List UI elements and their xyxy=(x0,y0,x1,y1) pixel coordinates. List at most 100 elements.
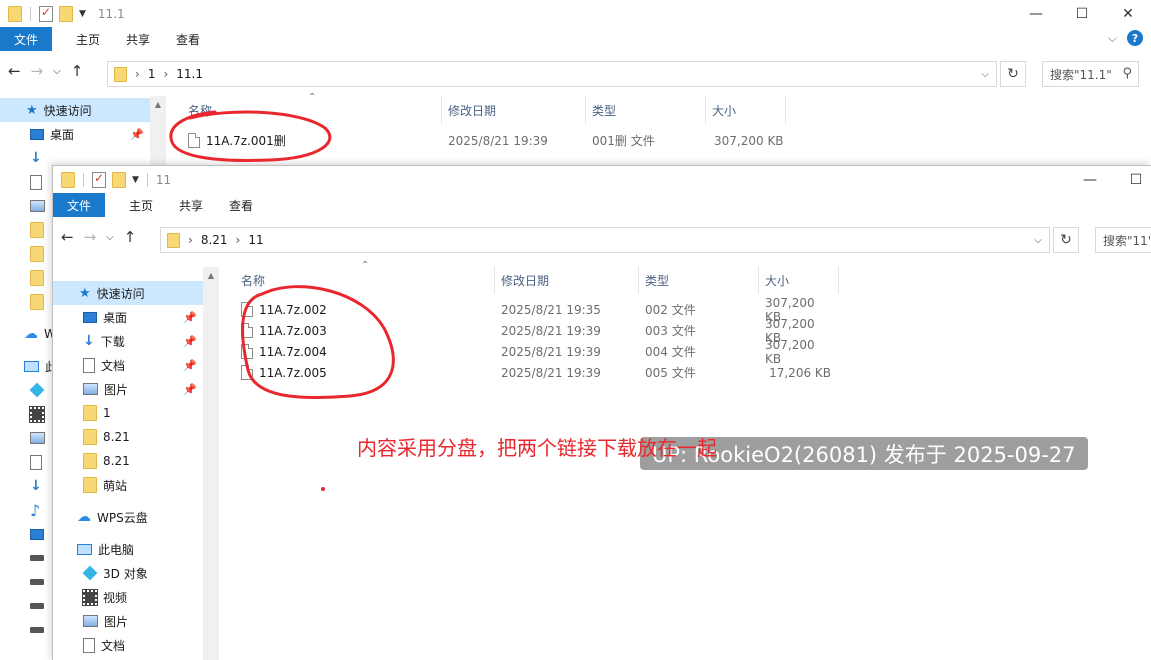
file-type: 005 文件 xyxy=(645,366,696,380)
tab-home[interactable]: 主页 xyxy=(105,193,166,217)
refresh-button[interactable]: ↻ xyxy=(1053,227,1079,253)
address-bar[interactable]: › 1 › 11.1 ⌵ xyxy=(107,61,997,87)
up-arrow-icon[interactable]: ↑ xyxy=(124,228,137,246)
sidebar-item-documents[interactable]: 文档 📌 xyxy=(53,353,203,377)
sidebar-item-pictures-pc[interactable]: 图片 xyxy=(53,609,203,633)
tab-share[interactable]: 共享 xyxy=(113,27,163,51)
folder-icon xyxy=(167,232,180,248)
up-arrow-icon[interactable]: ↑ xyxy=(71,62,84,80)
sidebar-item-label: 文档 xyxy=(101,638,126,653)
tab-share[interactable]: 共享 xyxy=(166,193,216,217)
file-icon xyxy=(241,365,253,380)
close-button[interactable]: ✕ xyxy=(1105,0,1151,27)
minimize-button[interactable]: — xyxy=(1067,166,1113,193)
sidebar-item-label: 8.21 xyxy=(103,430,130,444)
forward-arrow-icon[interactable]: → xyxy=(84,228,97,246)
breadcrumb-item[interactable]: 11.1 xyxy=(176,67,203,81)
column-type[interactable]: 类型 xyxy=(586,96,706,124)
breadcrumb-item[interactable]: 11 xyxy=(248,233,263,247)
recent-locations-icon[interactable]: ⌵ xyxy=(53,66,61,77)
sidebar-item-quick-access[interactable]: ★ 快速访问 xyxy=(0,98,150,122)
file-name: 11A.7z.003 xyxy=(259,323,327,338)
navigation-pane: ★ 快速访问 桌面 📌 ↓ 下载 📌 文档 📌 图片 📌 1 8.21 8.21… xyxy=(53,281,203,657)
properties-icon[interactable] xyxy=(92,171,106,188)
column-size[interactable]: 大小 xyxy=(759,266,839,294)
film-icon xyxy=(82,588,98,606)
computer-icon xyxy=(77,543,92,555)
forward-arrow-icon[interactable]: → xyxy=(31,62,44,80)
sidebar-item-folder[interactable]: 1 xyxy=(53,401,203,425)
search-box[interactable]: 搜索"11" xyxy=(1095,227,1151,253)
column-name[interactable]: 名称 xyxy=(235,266,495,294)
file-name-cell: 11A.7z.005 xyxy=(235,362,495,383)
ribbon-expand-icon[interactable]: ⌵ xyxy=(1108,31,1117,46)
folder-icon[interactable] xyxy=(8,5,22,22)
search-box[interactable]: 搜索"11.1" ⚲ xyxy=(1042,61,1139,87)
sidebar-item-video[interactable]: 视频 xyxy=(53,585,203,609)
sidebar-item-documents-pc[interactable]: 文档 xyxy=(53,633,203,657)
maximize-button[interactable]: ☐ xyxy=(1059,0,1105,27)
folder-icon[interactable] xyxy=(61,171,75,188)
recent-locations-icon[interactable]: ⌵ xyxy=(106,232,114,243)
folder-icon xyxy=(83,429,97,445)
column-header-row: 名称 修改日期 类型 大小 xyxy=(235,266,839,294)
file-row[interactable]: 11A.7z.005 2025/8/21 19:39 005 文件 17,206… xyxy=(235,362,839,383)
cube-icon xyxy=(82,565,98,581)
address-bar[interactable]: › 8.21 › 11 ⌵ xyxy=(160,227,1050,253)
new-folder-icon[interactable] xyxy=(59,5,73,22)
sidebar-item-quick-access[interactable]: ★ 快速访问 xyxy=(53,281,203,305)
file-row[interactable]: 11A.7z.003 2025/8/21 19:39 003 文件 307,20… xyxy=(235,317,839,345)
file-row[interactable]: 11A.7z.004 2025/8/21 19:39 004 文件 307,20… xyxy=(235,337,839,366)
sidebar-item-folder[interactable]: 萌站 xyxy=(53,473,203,497)
scroll-up-icon[interactable]: ▲ xyxy=(150,96,166,112)
address-dropdown-icon[interactable]: ⌵ xyxy=(974,62,996,86)
separator xyxy=(30,6,31,21)
column-name[interactable]: 名称 xyxy=(182,96,442,124)
sidebar-item-desktop[interactable]: 桌面 📌 xyxy=(0,122,150,146)
sidebar-item-this-pc[interactable]: 此电脑 xyxy=(53,537,203,561)
column-size[interactable]: 大小 xyxy=(706,96,786,124)
tab-file[interactable]: 文件 xyxy=(0,27,53,51)
tab-file[interactable]: 文件 xyxy=(53,193,106,217)
sidebar-scrollbar[interactable]: ▲ xyxy=(203,267,219,660)
column-type[interactable]: 类型 xyxy=(639,266,759,294)
computer-icon xyxy=(24,360,39,372)
address-dropdown-icon[interactable]: ⌵ xyxy=(1027,228,1049,252)
document-icon xyxy=(83,637,95,653)
new-folder-icon[interactable] xyxy=(112,171,126,188)
tab-view[interactable]: 查看 xyxy=(216,193,266,217)
file-row[interactable]: 11A.7z.002 2025/8/21 19:35 002 文件 307,20… xyxy=(235,296,839,324)
sidebar-item-3d[interactable]: 3D 对象 xyxy=(53,561,203,585)
back-arrow-icon[interactable]: ← xyxy=(61,228,74,246)
refresh-button[interactable]: ↻ xyxy=(1000,61,1026,87)
help-icon[interactable]: ? xyxy=(1127,30,1143,46)
file-row[interactable]: 11A.7z.001删 2025/8/21 19:39 001删 文件 307,… xyxy=(182,130,786,151)
file-size: 307,200 KB xyxy=(765,337,815,366)
properties-icon[interactable] xyxy=(39,5,53,22)
sidebar-item-wps[interactable]: ☁ WPS云盘 xyxy=(53,505,203,529)
folder-icon xyxy=(30,294,44,310)
column-date[interactable]: 修改日期 xyxy=(442,96,586,124)
file-name-cell: 11A.7z.004 xyxy=(235,341,495,362)
tab-view[interactable]: 查看 xyxy=(163,27,213,51)
sidebar-item-downloads[interactable]: ↓ 下载 📌 xyxy=(53,329,203,353)
breadcrumb-item[interactable]: 8.21 xyxy=(201,233,228,247)
tab-home[interactable]: 主页 xyxy=(52,27,113,51)
column-date[interactable]: 修改日期 xyxy=(495,266,639,294)
scroll-up-icon[interactable]: ▲ xyxy=(203,267,219,283)
star-icon: ★ xyxy=(79,285,91,301)
sidebar-item-desktop[interactable]: 桌面 📌 xyxy=(53,305,203,329)
sidebar-item-pictures[interactable]: 图片 📌 xyxy=(53,377,203,401)
navigation-buttons: ← → ⌵ ↑ xyxy=(8,62,83,80)
maximize-button[interactable]: ☐ xyxy=(1113,166,1151,193)
sidebar-item-folder[interactable]: 8.21 xyxy=(53,425,203,449)
file-name: 11A.7z.004 xyxy=(259,344,327,359)
back-arrow-icon[interactable]: ← xyxy=(8,62,21,80)
quick-access-toolbar: ▼ xyxy=(0,5,86,22)
sidebar-item-folder[interactable]: 8.21 xyxy=(53,449,203,473)
breadcrumb-item[interactable]: 1 xyxy=(148,67,156,81)
search-placeholder: 搜索"11.1" xyxy=(1050,67,1112,82)
customize-toolbar-icon[interactable]: ▼ xyxy=(132,175,139,185)
minimize-button[interactable]: — xyxy=(1013,0,1059,27)
customize-toolbar-icon[interactable]: ▼ xyxy=(79,9,86,19)
